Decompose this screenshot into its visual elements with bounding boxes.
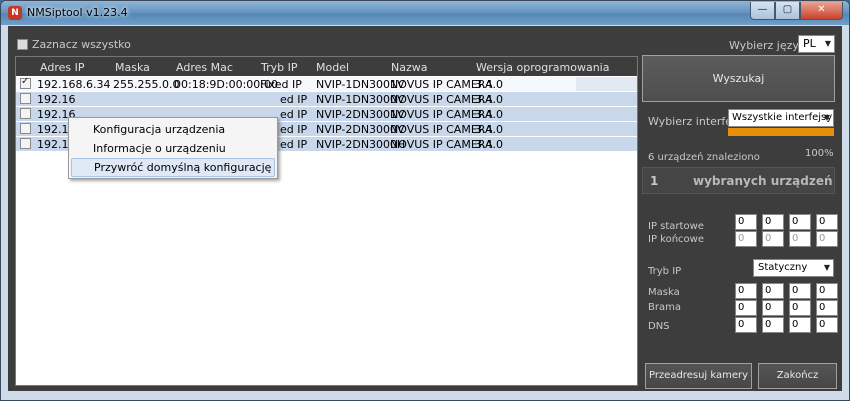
menu-item-device-info[interactable]: Informacje o urządzeniu — [71, 139, 275, 158]
table-header: Adres IP Maska Adres Mac Tryb IP Model N… — [16, 57, 637, 76]
ip-end-octet[interactable]: 0 — [735, 231, 757, 247]
ip-start-octet[interactable]: 0 — [735, 214, 757, 230]
ip-end-octet[interactable]: 0 — [816, 231, 838, 247]
cell-version: 3.4.0 — [475, 108, 503, 121]
dns-octet[interactable]: 0 — [762, 317, 784, 333]
interface-value: Wszystkie interfejsy — [732, 112, 833, 123]
readdress-cameras-button[interactable]: Przeadresuj kamery — [645, 363, 752, 389]
column-header-mask[interactable]: Maska — [115, 61, 150, 74]
mask-label: Maska — [648, 287, 680, 298]
column-header-version[interactable]: Wersja oprogramowania — [476, 61, 609, 74]
ip-mode-value: Statyczny — [758, 262, 808, 273]
language-label: Wybierz język — [729, 39, 806, 52]
close-button[interactable]: ✕ — [800, 2, 843, 20]
column-header-mode[interactable]: Tryb IP — [261, 61, 298, 74]
window-controls: — ▢ ✕ — [750, 2, 843, 20]
dns-label: DNS — [648, 321, 670, 332]
cell-version: 3.4.0 — [475, 138, 503, 151]
row-checkbox[interactable] — [20, 76, 31, 89]
chevron-down-icon: ▼ — [823, 113, 830, 122]
row-checkbox[interactable] — [20, 93, 31, 104]
mask-octet[interactable]: 0 — [762, 283, 784, 299]
main-area: Zaznacz wszystko Adres IP Maska Adres Ma… — [8, 26, 842, 391]
gateway-octet[interactable]: 0 — [762, 300, 784, 316]
ip-mode-label: Tryb IP — [648, 266, 682, 277]
dns-octet[interactable]: 0 — [816, 317, 838, 333]
cell-mode: ed IP — [280, 123, 308, 136]
ip-start-octet[interactable]: 0 — [762, 214, 784, 230]
menu-item-restore-defaults[interactable]: Przywróć domyślną konfigurację — [71, 158, 275, 177]
row-checkbox[interactable] — [20, 108, 31, 119]
selected-count: 1 — [650, 174, 659, 188]
dns-octet[interactable]: 0 — [789, 317, 811, 333]
chevron-down-icon: ▼ — [823, 263, 830, 272]
app-window: N NMSiptool v1.23.4 — ▢ ✕ Zaznacz wszyst… — [0, 0, 850, 401]
search-button[interactable]: Wyszukaj — [642, 55, 835, 102]
maximize-button[interactable]: ▢ — [775, 2, 800, 20]
language-value: PL — [803, 37, 816, 50]
ip-end-octet[interactable]: 0 — [789, 231, 811, 247]
selected-devices-box: 1 wybranych urządzeń — [642, 167, 835, 194]
row-checkbox[interactable] — [20, 138, 31, 149]
finish-button[interactable]: Zakończ — [758, 363, 837, 389]
device-table: Adres IP Maska Adres Mac Tryb IP Model N… — [15, 56, 638, 386]
column-header-name[interactable]: Nazwa — [391, 61, 427, 74]
chevron-down-icon: ▼ — [824, 39, 831, 48]
gateway-octet[interactable]: 0 — [816, 300, 838, 316]
dns-octet[interactable]: 0 — [735, 317, 757, 333]
ip-end-label: IP końcowe — [648, 234, 704, 245]
select-all-box[interactable] — [17, 39, 28, 50]
column-header-mac[interactable]: Adres Mac — [176, 61, 233, 74]
settings-panel: Wybierz język PL ▼ Wyszukaj Wybierz inte… — [642, 26, 842, 391]
interface-select[interactable]: Wszystkie interfejsy ▼ — [728, 109, 834, 127]
column-header-ip[interactable]: Adres IP — [40, 61, 84, 74]
mask-octet[interactable]: 0 — [816, 283, 838, 299]
mask-octet[interactable]: 0 — [735, 283, 757, 299]
table-row[interactable]: 192.16 ed IP NVIP-1DN3000V NOVUS IP CAME… — [16, 92, 637, 106]
ip-start-octet[interactable]: 0 — [789, 214, 811, 230]
mask-octet[interactable]: 0 — [789, 283, 811, 299]
gateway-octet[interactable]: 0 — [789, 300, 811, 316]
select-all-checkbox[interactable]: Zaznacz wszystko — [17, 38, 131, 51]
cell-mode: ed IP — [280, 108, 308, 121]
ip-mode-select[interactable]: Statyczny ▼ — [753, 259, 834, 277]
cell-ip: 192.16 — [37, 93, 76, 106]
minimize-button[interactable]: — — [750, 2, 775, 20]
search-progress-bar — [728, 128, 834, 136]
cell-mask: 255.255.0.0 — [113, 78, 180, 91]
title-bar[interactable]: N NMSiptool v1.23.4 — ▢ ✕ — [1, 1, 849, 25]
ip-start-octet[interactable]: 0 — [816, 214, 838, 230]
language-select[interactable]: PL ▼ — [798, 35, 835, 53]
progress-percent: 100% — [805, 148, 834, 159]
app-icon: N — [8, 6, 22, 20]
select-all-label: Zaznacz wszystko — [32, 38, 131, 51]
row-checkbox[interactable] — [20, 123, 31, 134]
ip-end-octet[interactable]: 0 — [762, 231, 784, 247]
cell-version: 3.4.0 — [475, 93, 503, 106]
cell-mode: ed IP — [280, 138, 308, 151]
cell-mode: ed IP — [280, 93, 308, 106]
cell-mode: Fixed IP — [260, 78, 302, 91]
cell-version: 3.4.0 — [475, 78, 503, 91]
ip-start-label: IP startowe — [648, 221, 704, 232]
cell-version: 3.4.0 — [475, 123, 503, 136]
cell-ip: 192.168.6.34 — [37, 78, 111, 91]
gateway-octet[interactable]: 0 — [735, 300, 757, 316]
column-header-model[interactable]: Model — [316, 61, 349, 74]
gateway-label: Brama — [648, 302, 681, 313]
table-row[interactable]: 192.168.6.34 255.255.0.0 00:18:9D:00:00:… — [16, 76, 637, 91]
window-title: NMSiptool v1.23.4 — [27, 6, 128, 19]
menu-item-device-config[interactable]: Konfiguracja urządzenia — [71, 120, 275, 139]
devices-found-text: 6 urządzeń znaleziono — [648, 152, 760, 163]
interface-label: Wybierz interfejs — [648, 115, 741, 128]
selected-label: wybranych urządzeń — [693, 174, 833, 188]
context-menu: Konfiguracja urządzenia Informacje o urz… — [68, 117, 278, 179]
